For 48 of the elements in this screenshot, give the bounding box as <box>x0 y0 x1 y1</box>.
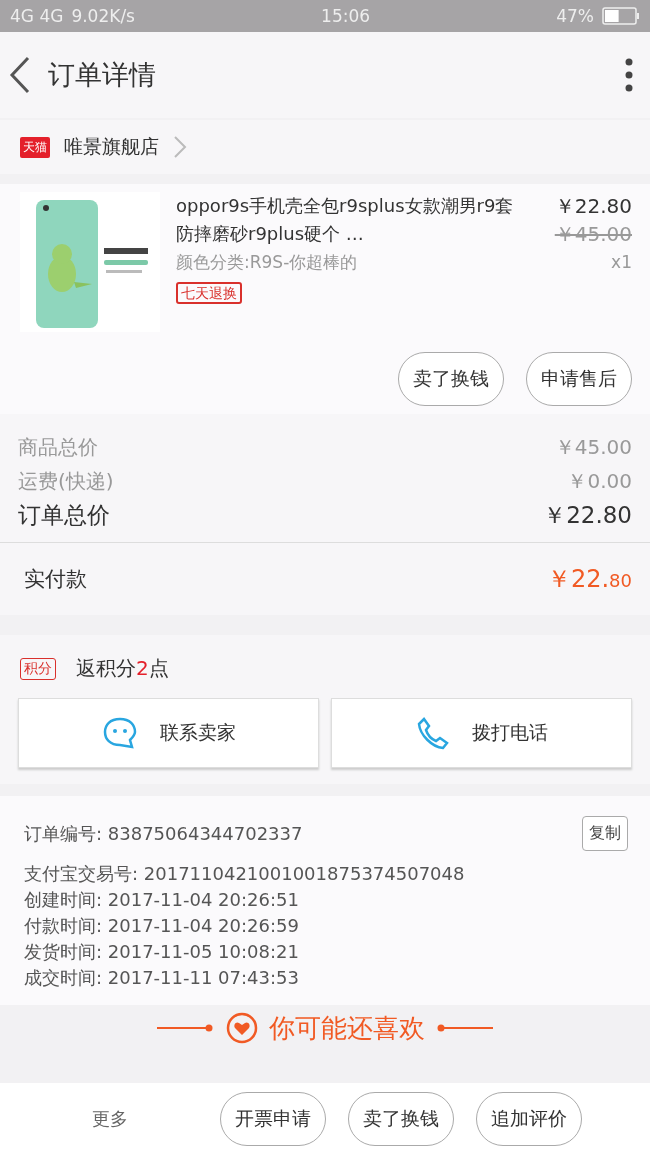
chevron-icon <box>173 135 187 159</box>
product-title: oppor9s手机壳全包r9splus女款潮男r9套防摔磨砂r9plus硬个 … <box>176 194 515 246</box>
paid-amount: ￥22.80 <box>546 564 632 595</box>
summary-value: ￥45.00 <box>554 434 632 461</box>
network-speed: 9.02K/s <box>71 6 135 26</box>
action-button[interactable]: 申请售后 <box>526 352 632 406</box>
quantity: x1 <box>611 251 632 274</box>
divider-line-icon <box>435 1023 493 1033</box>
points-badge: 积分 <box>20 657 56 680</box>
order-info-line: 发货时间: 2017-11-05 10:08:21 <box>24 940 300 964</box>
summary-label: 商品总价 <box>18 434 98 461</box>
battery-percentage: 47% <box>556 6 594 26</box>
copy-button[interactable]: 复制 <box>582 816 628 851</box>
store-row[interactable]: 天猫 唯景旗舰店 <box>0 120 650 174</box>
original-price: ￥45.00 <box>554 221 632 248</box>
more-link[interactable]: 更多 <box>92 1107 128 1131</box>
summary-label: 订单总价 <box>18 501 110 530</box>
bottom-button[interactable]: 追加评价 <box>476 1092 582 1146</box>
summary-label: 运费(快递) <box>18 468 114 495</box>
page-title: 订单详情 <box>48 58 157 92</box>
store-badge: 天猫 <box>20 136 50 158</box>
summary-value: ￥22.80 <box>543 501 632 530</box>
paid-label: 实付款 <box>24 566 87 593</box>
clock: 15:06 <box>321 6 371 26</box>
return-tag: 七天退换 <box>176 282 242 304</box>
points-text: 返积分2点 <box>76 655 169 682</box>
product-variant: 颜色分类:R9S-你超棒的 <box>176 251 359 274</box>
order-info-line: 创建时间: 2017-11-04 20:26:51 <box>24 888 300 912</box>
battery-icon <box>602 7 640 25</box>
summary-value: ￥0.00 <box>567 468 632 495</box>
phone-icon <box>415 716 450 750</box>
order-info-line: 支付宝交易号: 2017110421001001875374507048 <box>24 862 466 886</box>
chat-icon <box>101 716 138 750</box>
divider-line-icon <box>157 1023 215 1033</box>
bottom-button[interactable]: 开票申请 <box>220 1092 326 1146</box>
order-info-line: 订单编号: 83875064344702337 <box>24 821 303 846</box>
more-icon[interactable] <box>624 58 634 92</box>
action-button[interactable]: 卖了换钱 <box>398 352 504 406</box>
store-name: 唯景旗舰店 <box>64 134 159 159</box>
product-price: ￥22.80 <box>554 193 632 220</box>
network-indicator: 4G 4G <box>10 6 64 26</box>
contact-seller-button[interactable]: 联系卖家 <box>18 698 319 768</box>
call-button[interactable]: 拨打电话 <box>331 698 632 768</box>
back-icon[interactable] <box>8 56 32 94</box>
order-info-line: 成交时间: 2017-11-11 07:43:53 <box>24 966 300 990</box>
order-info-line: 付款时间: 2017-11-04 20:26:59 <box>24 914 300 938</box>
bottom-button[interactable]: 卖了换钱 <box>348 1092 454 1146</box>
section-title: 你可能还喜欢 <box>269 1011 425 1045</box>
